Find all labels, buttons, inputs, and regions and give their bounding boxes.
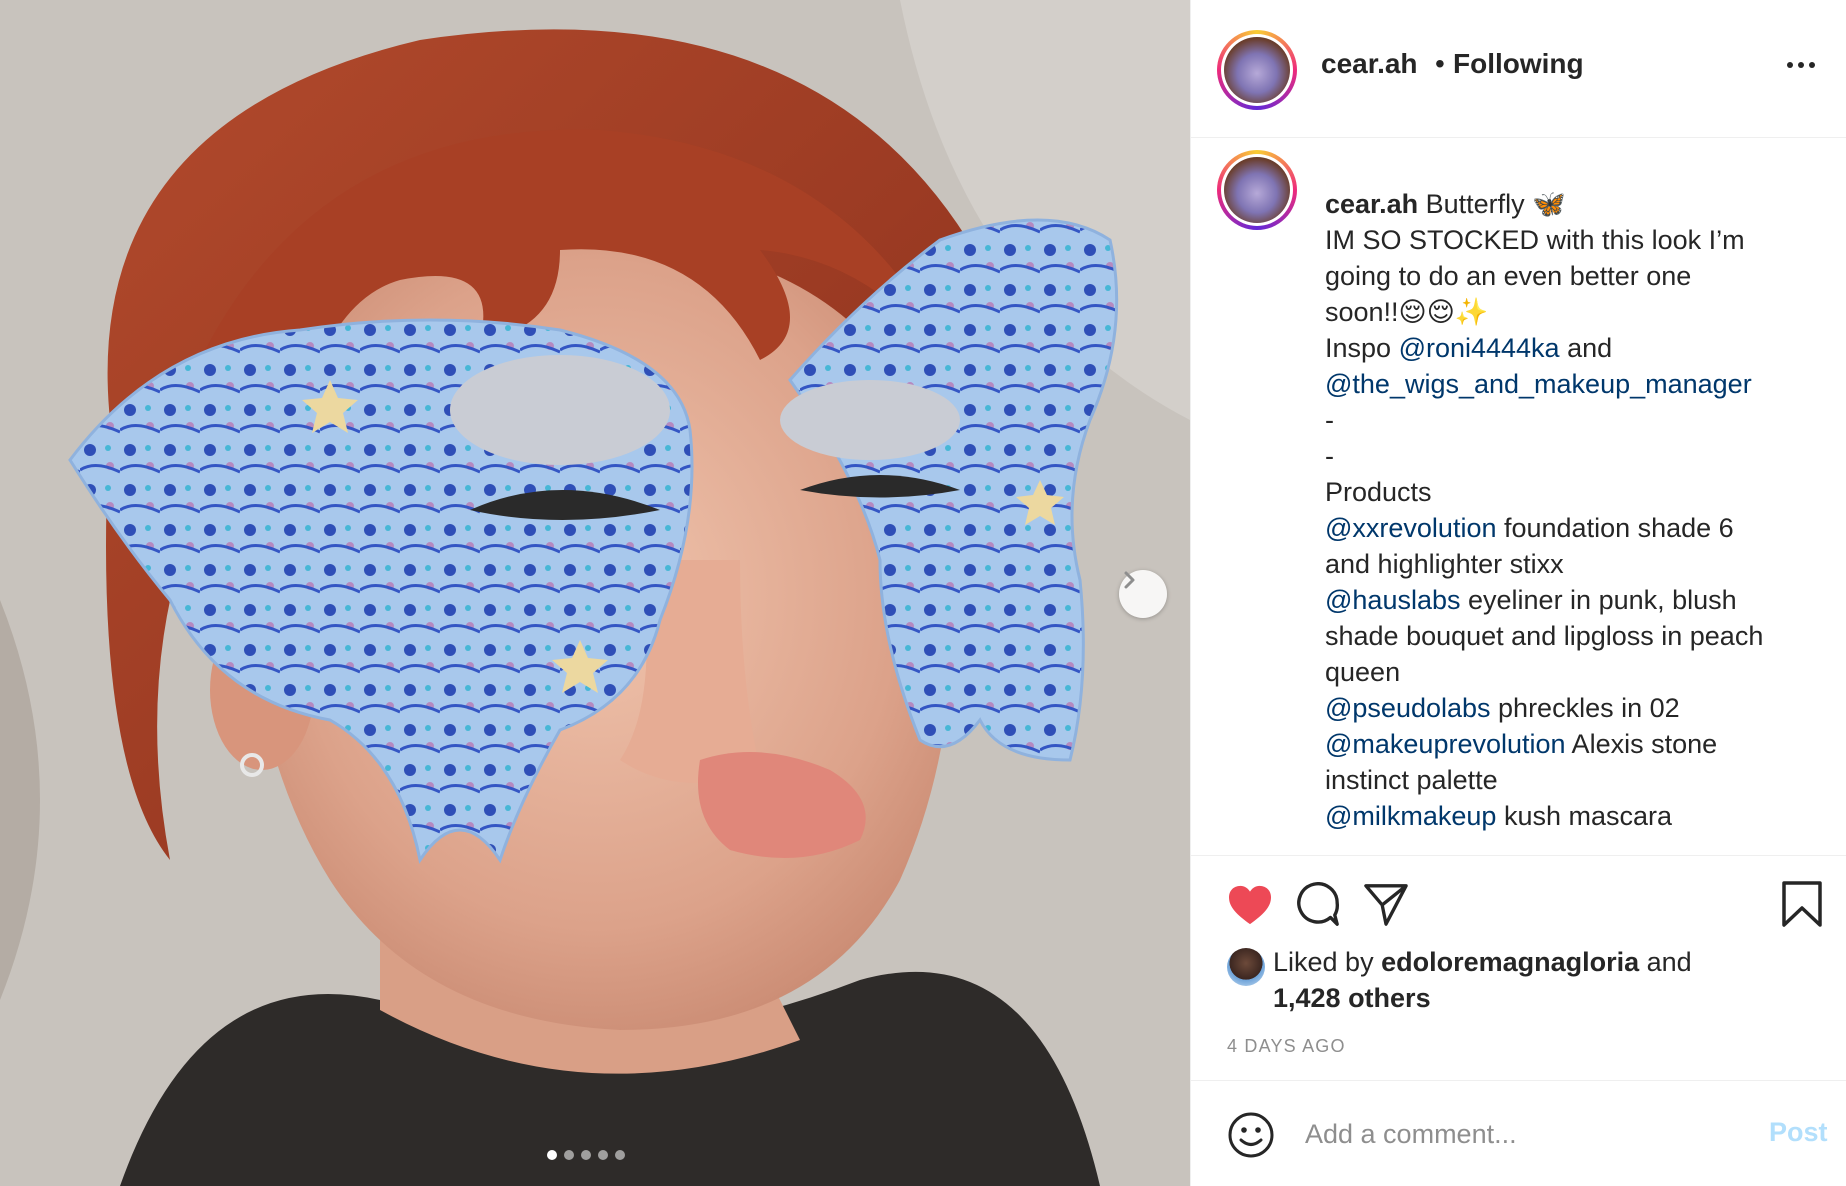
caption-fragment: queen (1325, 657, 1401, 687)
caption-line: @hauslabs eyeliner in punk, blush (1325, 582, 1825, 618)
post-side-panel: cear.ah • Following cear.ah Butterfly 🦋 I… (1190, 0, 1846, 1186)
caption-fragment: Inspo (1325, 333, 1399, 363)
caption-line: - (1325, 438, 1825, 474)
caption-fragment: soon!!😌😌✨ (1325, 297, 1489, 327)
like-button[interactable] (1227, 884, 1273, 931)
caption-line: @xxrevolution foundation shade 6 (1325, 510, 1825, 546)
more-options-button[interactable] (1787, 62, 1815, 68)
heart-icon (1229, 885, 1271, 925)
photo-illustration (0, 0, 1190, 1186)
caption-avatar[interactable] (1217, 150, 1297, 230)
caption-fragment: instinct palette (1325, 765, 1498, 795)
caption-line: Inspo @roni4444ka and (1325, 330, 1825, 366)
comment-bar: Post (1191, 1080, 1846, 1186)
caption-fragment: - (1325, 405, 1334, 435)
header-separator: • (1435, 48, 1445, 79)
liker-avatar[interactable] (1227, 948, 1265, 986)
caption-fragment: kush mascara (1496, 801, 1673, 831)
mention-link[interactable]: @hauslabs (1325, 585, 1461, 615)
smiley-icon (1228, 1112, 1274, 1158)
more-dot (1787, 62, 1793, 68)
carousel-dot (564, 1150, 574, 1160)
caption-fragment: Products (1325, 477, 1432, 507)
caption-line: - (1325, 402, 1825, 438)
caption-line: @pseudolabs phreckles in 02 (1325, 690, 1825, 726)
mention-link[interactable]: @roni4444ka (1399, 333, 1560, 363)
caption-fragment: and highlighter stixx (1325, 549, 1564, 579)
carousel-dot (547, 1150, 557, 1160)
more-dot (1798, 62, 1804, 68)
caption-fragment: foundation shade 6 (1496, 513, 1734, 543)
bookmark-icon (1782, 881, 1822, 927)
emoji-button[interactable] (1227, 1111, 1275, 1164)
likes-prefix: Liked by (1273, 947, 1382, 977)
post-header: cear.ah • Following (1191, 0, 1846, 138)
mention-link[interactable]: @xxrevolution (1325, 513, 1496, 543)
caption-line: queen (1325, 654, 1825, 690)
caption-line: soon!!😌😌✨ (1325, 294, 1825, 330)
post-comment-button[interactable]: Post (1769, 1117, 1828, 1148)
likes-others-link[interactable]: 1,428 others (1273, 983, 1431, 1013)
caption-fragment: and (1559, 333, 1613, 363)
avatar[interactable] (1217, 30, 1297, 110)
header-username[interactable]: cear.ah (1321, 48, 1418, 80)
save-button[interactable] (1781, 880, 1823, 933)
caption-username[interactable]: cear.ah (1325, 189, 1418, 219)
comment-icon (1297, 882, 1339, 926)
share-icon (1364, 884, 1408, 926)
comment-input[interactable] (1303, 1111, 1687, 1157)
caption-fragment: - (1325, 441, 1334, 471)
carousel-indicator (547, 1150, 625, 1160)
more-dot (1809, 62, 1815, 68)
caption-line: and highlighter stixx (1325, 546, 1825, 582)
carousel-dot (598, 1150, 608, 1160)
likes-summary: Liked by edoloremagnagloria and 1,428 ot… (1273, 944, 1793, 1016)
caption-line: @milkmakeup kush mascara (1325, 798, 1825, 834)
chevron-right-icon (1124, 571, 1135, 589)
mention-link[interactable]: @the_wigs_and_makeup_manager (1325, 369, 1752, 399)
mention-link[interactable]: @makeuprevolution (1325, 729, 1566, 759)
caption-line: going to do an even better one (1325, 258, 1825, 294)
caption-line: shade bouquet and lipgloss in peach (1325, 618, 1825, 654)
caption-fragment: phreckles in 02 (1490, 693, 1680, 723)
post-photo[interactable] (0, 0, 1190, 1186)
caption-fragment: going to do an even better one (1325, 261, 1692, 291)
caption-fragment: Butterfly 🦋 (1418, 189, 1566, 219)
carousel-dot (581, 1150, 591, 1160)
profile-photo (1224, 157, 1290, 223)
caption-section: cear.ah Butterfly 🦋 IM SO STOCKED with th… (1191, 138, 1846, 856)
profile-photo (1224, 37, 1290, 103)
mention-link[interactable]: @milkmakeup (1325, 801, 1496, 831)
caption-line: cear.ah Butterfly 🦋 (1325, 186, 1825, 222)
liker-username[interactable]: edoloremagnagloria (1381, 947, 1639, 977)
likes-middle: and (1639, 947, 1692, 977)
caption-line: IM SO STOCKED with this look I’m (1325, 222, 1825, 258)
comment-button[interactable] (1295, 882, 1341, 933)
caption-fragment: IM SO STOCKED with this look I’m (1325, 225, 1745, 255)
carousel-dot (615, 1150, 625, 1160)
next-slide-button[interactable] (1119, 570, 1167, 618)
caption-text: cear.ah Butterfly 🦋 IM SO STOCKED with th… (1325, 186, 1825, 834)
mention-link[interactable]: @pseudolabs (1325, 693, 1491, 723)
caption-line: Products (1325, 474, 1825, 510)
post-timestamp[interactable]: 4 DAYS AGO (1227, 1036, 1346, 1057)
caption-fragment: eyeliner in punk, blush (1460, 585, 1737, 615)
caption-line: instinct palette (1325, 762, 1825, 798)
post-actions: Liked by edoloremagnagloria and 1,428 ot… (1191, 856, 1846, 1186)
caption-fragment: shade bouquet and lipgloss in peach (1325, 621, 1764, 651)
share-button[interactable] (1363, 882, 1409, 931)
caption-line: @the_wigs_and_makeup_manager (1325, 366, 1825, 402)
caption-line: @makeuprevolution Alexis stone (1325, 726, 1825, 762)
caption-fragment: Alexis stone (1565, 729, 1718, 759)
following-button[interactable]: Following (1453, 48, 1584, 80)
